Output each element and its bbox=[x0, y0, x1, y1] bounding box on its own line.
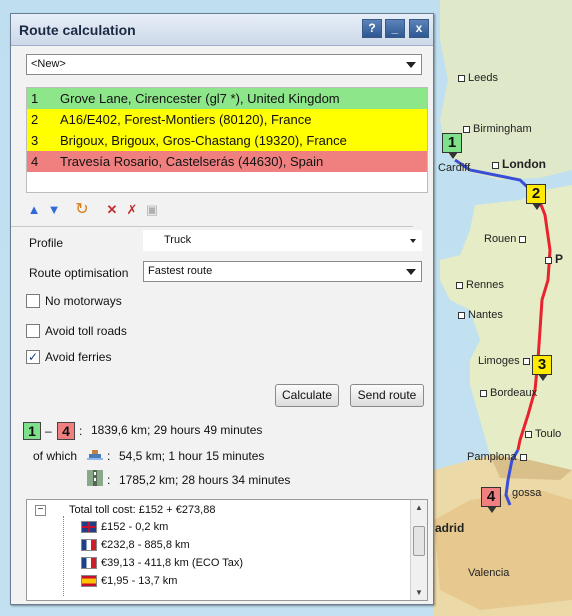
profile-value: Truck bbox=[164, 234, 192, 246]
waypoint-row[interactable]: 1 Grove Lane, Cirencester (gl7 *), Unite… bbox=[27, 88, 427, 109]
optimisation-label: Route optimisation bbox=[29, 266, 129, 280]
summary-colon: : bbox=[79, 424, 83, 438]
waypoint-label: Grove Lane, Cirencester (gl7 *), United … bbox=[60, 91, 340, 106]
no-motorways-checkbox[interactable] bbox=[26, 294, 40, 308]
land-britain bbox=[440, 0, 572, 180]
route-select-value: <New> bbox=[31, 58, 66, 70]
minimize-button[interactable]: _ bbox=[385, 19, 405, 38]
optimisation-select[interactable]: Fastest route bbox=[143, 261, 422, 282]
summary-road: 1785,2 km; 28 hours 34 minutes bbox=[119, 473, 291, 487]
summary-total: 1839,6 km; 29 hours 49 minutes bbox=[91, 423, 263, 437]
waypoint-number: 1 bbox=[31, 91, 39, 106]
summary-dash: – bbox=[45, 424, 52, 438]
summary-ferry: 54,5 km; 1 hour 15 minutes bbox=[119, 449, 265, 463]
map-marker-2[interactable]: 2 bbox=[526, 184, 546, 210]
city-label: adrid bbox=[435, 521, 465, 535]
avoid-toll-checkbox[interactable] bbox=[26, 324, 40, 338]
summary-of-which: of which bbox=[33, 449, 78, 463]
avoid-ferries-checkbox[interactable]: ✓ bbox=[26, 350, 40, 364]
uk-flag-icon bbox=[81, 521, 97, 533]
waypoint-empty-row[interactable] bbox=[27, 172, 427, 193]
summary-road-colon: : bbox=[107, 473, 111, 487]
toolbar-divider bbox=[11, 226, 413, 227]
city-label: Birmingham bbox=[463, 123, 532, 135]
summary-end-marker: 4 bbox=[57, 422, 75, 440]
optimisation-value: Fastest route bbox=[148, 265, 213, 277]
profile-select[interactable]: Truck bbox=[143, 230, 422, 251]
calculate-button[interactable]: Calculate bbox=[275, 384, 339, 407]
city-label: Pamplona bbox=[467, 451, 530, 463]
toll-total-label: Total toll cost: £152 + €273,88 bbox=[69, 504, 216, 516]
france-flag-icon bbox=[81, 557, 97, 569]
waypoint-number: 3 bbox=[31, 133, 39, 148]
waypoint-row[interactable]: 2 A16/E402, Forest-Montiers (80120), Fra… bbox=[27, 109, 427, 130]
toll-row-text: £152 - 0,2 km bbox=[101, 521, 169, 533]
city-label: Limoges bbox=[478, 355, 533, 367]
summary-start-marker: 1 bbox=[23, 422, 41, 440]
delete-icon[interactable]: ✕ bbox=[104, 202, 120, 218]
city-label: Leeds bbox=[458, 72, 498, 84]
scroll-down-icon[interactable]: ▼ bbox=[415, 588, 423, 597]
ferry-icon bbox=[87, 446, 103, 462]
title-bar: Route calculation ? _ x bbox=[11, 14, 433, 46]
waypoint-label: A16/E402, Forest-Montiers (80120), Franc… bbox=[60, 112, 312, 127]
arrow-up-icon[interactable]: ▲ bbox=[26, 202, 42, 218]
city-label: Rennes bbox=[456, 279, 504, 291]
toll-scrollbar[interactable]: ▲ ▼ bbox=[410, 500, 427, 600]
waypoint-row[interactable]: 3 Brigoux, Brigoux, Gros-Chastang (19320… bbox=[27, 130, 427, 151]
toll-cost-tree: − Total toll cost: £152 + €273,88 £152 -… bbox=[26, 499, 428, 601]
toll-row-text: €232,8 - 885,8 km bbox=[101, 539, 190, 551]
route-calculation-panel: Route calculation ? _ x <New> 1 Grove La… bbox=[10, 13, 434, 605]
city-label: Rouen bbox=[484, 233, 529, 245]
waypoint-number: 4 bbox=[31, 154, 39, 169]
collapse-icon[interactable]: − bbox=[35, 505, 46, 516]
toll-row-text: €39,13 - 411,8 km (ECO Tax) bbox=[101, 557, 244, 569]
avoid-ferries-label: Avoid ferries bbox=[45, 350, 112, 364]
waypoint-list: 1 Grove Lane, Cirencester (gl7 *), Unite… bbox=[26, 87, 428, 193]
help-button[interactable]: ? bbox=[362, 19, 382, 38]
scroll-up-icon[interactable]: ▲ bbox=[415, 503, 423, 512]
city-label: London bbox=[492, 157, 546, 171]
spain-flag-icon bbox=[81, 575, 97, 587]
waypoint-row[interactable]: 4 Travesía Rosario, Castelserás (44630),… bbox=[27, 151, 427, 172]
avoid-toll-label: Avoid toll roads bbox=[45, 324, 127, 338]
city-label: Cardiff bbox=[438, 162, 471, 174]
toll-row-text: €1,95 - 13,7 km bbox=[101, 575, 178, 587]
arrow-down-icon[interactable]: ▼ bbox=[46, 202, 62, 218]
profile-label: Profile bbox=[29, 236, 64, 250]
send-route-button[interactable]: Send route bbox=[350, 384, 424, 407]
delete-all-icon[interactable]: ✗ bbox=[124, 202, 140, 218]
chevron-down-icon bbox=[406, 62, 416, 68]
map-marker-4[interactable]: 4 bbox=[481, 487, 501, 513]
city-label: Nantes bbox=[458, 309, 503, 321]
chevron-down-icon bbox=[410, 239, 416, 243]
map-marker-1[interactable]: 1 bbox=[442, 133, 462, 159]
road-icon bbox=[87, 470, 103, 486]
copy-icon[interactable]: ▣ bbox=[144, 202, 160, 218]
waypoint-label: Brigoux, Brigoux, Gros-Chastang (19320),… bbox=[60, 133, 347, 148]
reverse-icon[interactable]: ↻ bbox=[74, 202, 90, 218]
panel-title: Route calculation bbox=[19, 22, 136, 38]
map-marker-3[interactable]: 3 bbox=[532, 355, 552, 381]
city-label: Bordeaux bbox=[480, 387, 537, 399]
tree-connector bbox=[63, 516, 64, 596]
scrollbar-thumb[interactable] bbox=[413, 526, 425, 556]
city-label: Valencia bbox=[468, 567, 510, 579]
waypoint-label: Travesía Rosario, Castelserás (44630), S… bbox=[60, 154, 324, 169]
waypoint-number: 2 bbox=[31, 112, 39, 127]
france-flag-icon bbox=[81, 539, 97, 551]
close-button[interactable]: x bbox=[409, 19, 429, 38]
city-label: gossa bbox=[512, 487, 542, 499]
route-select[interactable]: <New> bbox=[26, 54, 422, 75]
chevron-down-icon bbox=[406, 269, 416, 275]
no-motorways-label: No motorways bbox=[45, 294, 122, 308]
city-label: Toulo bbox=[525, 428, 561, 440]
summary-ferry-colon: : bbox=[107, 449, 111, 463]
city-label: P bbox=[545, 252, 563, 266]
